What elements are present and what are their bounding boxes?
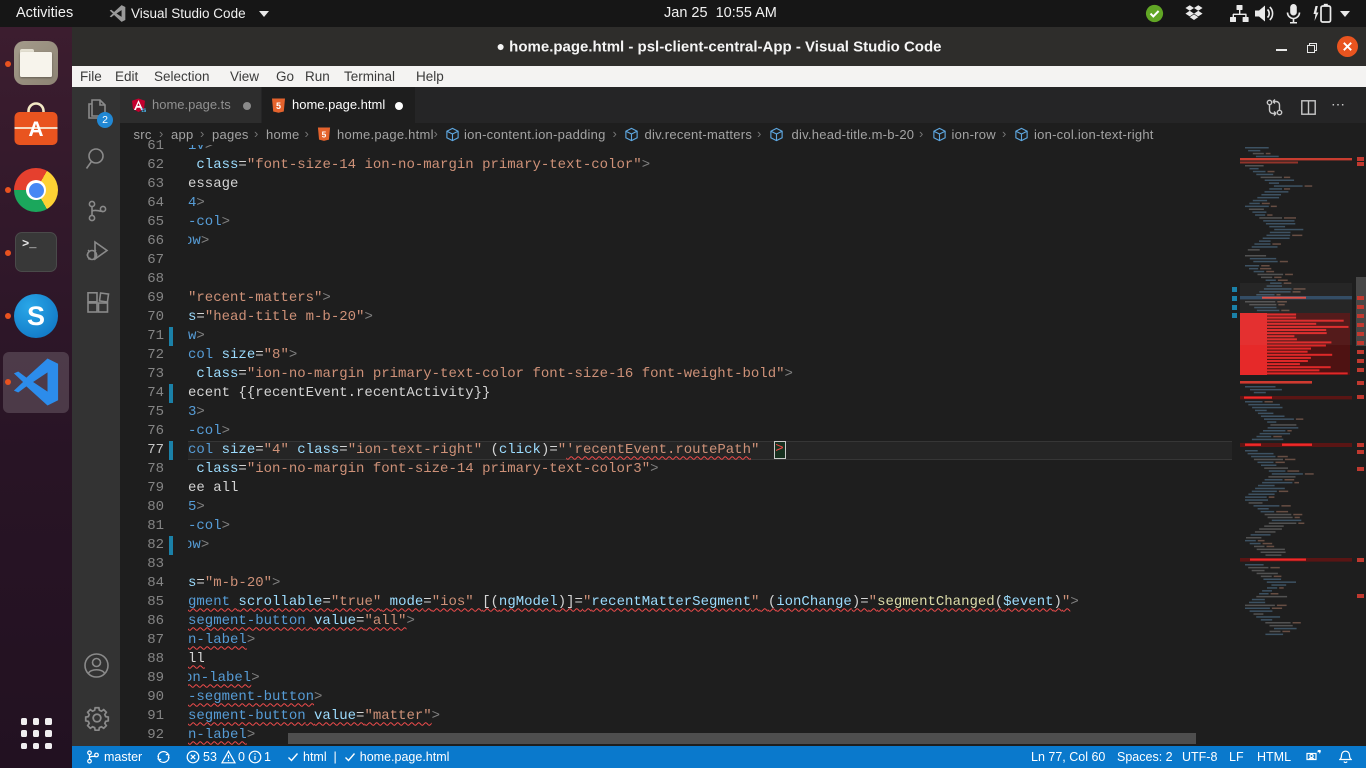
svg-text:ts: ts [141, 108, 146, 113]
svg-text:5: 5 [276, 101, 281, 111]
svg-text:A: A [28, 118, 43, 141]
svg-text:5: 5 [321, 129, 326, 139]
